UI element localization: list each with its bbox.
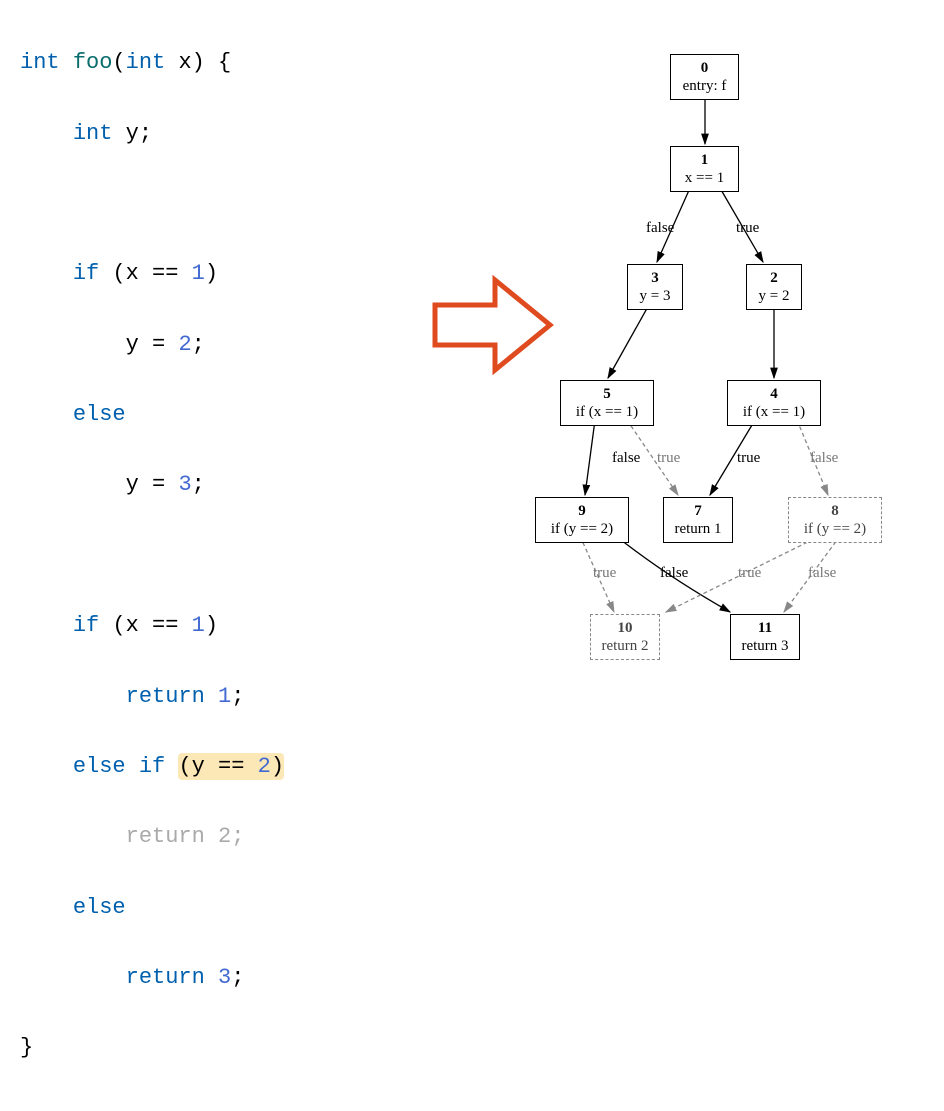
- node-4: 4if (x == 1): [727, 380, 821, 426]
- edge-label: true: [593, 565, 616, 582]
- code-listing: int foo(int x) { int y; if (x == 1) y = …: [0, 0, 304, 1111]
- node-2: 2y = 2: [746, 264, 802, 310]
- node-9: 9if (y == 2): [535, 497, 629, 543]
- control-flow-graph: 0entry: f 1x == 1 3y = 3 2y = 2 5if (x =…: [530, 40, 930, 680]
- edge-label: false: [810, 450, 838, 467]
- edge-label: false: [808, 565, 836, 582]
- edge-label: false: [612, 450, 640, 467]
- edge-label: false: [660, 565, 688, 582]
- node-10: 10return 2: [590, 614, 660, 660]
- node-0: 0entry: f: [670, 54, 739, 100]
- node-5: 5if (x == 1): [560, 380, 654, 426]
- node-3: 3y = 3: [627, 264, 683, 310]
- edge-label: true: [657, 450, 680, 467]
- node-7: 7return 1: [663, 497, 733, 543]
- node-11: 11return 3: [730, 614, 800, 660]
- edge-label: true: [738, 565, 761, 582]
- edge-label: false: [646, 220, 674, 237]
- node-1: 1x == 1: [670, 146, 739, 192]
- graph-edges: [530, 40, 930, 680]
- edge-label: true: [736, 220, 759, 237]
- edge-label: true: [737, 450, 760, 467]
- node-8: 8if (y == 2): [788, 497, 882, 543]
